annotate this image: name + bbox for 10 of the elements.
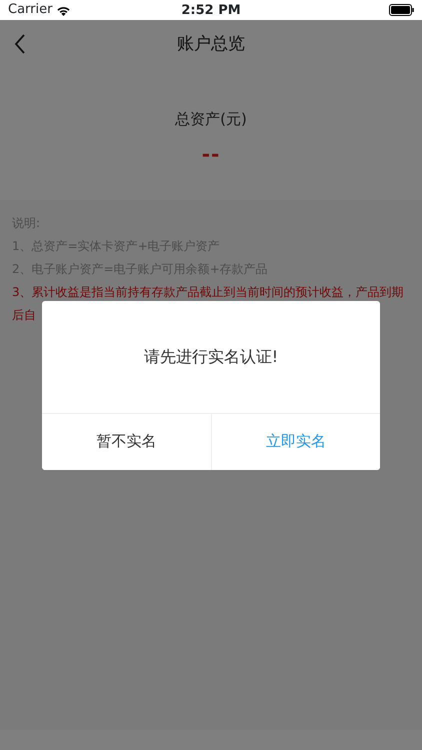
note-text: 3、累计收益是指当前持有存款产品截止到当前时间的预计收益，产品到期后自 xyxy=(12,284,405,324)
total-assets-label: 总资产(元) xyxy=(175,109,247,130)
status-time: 2:52 PM xyxy=(181,2,241,20)
dialog-message: 请先进行实名认证! xyxy=(142,346,280,368)
page-title: 账户总览 xyxy=(177,33,245,56)
back-button[interactable] xyxy=(14,34,26,54)
battery-icon xyxy=(389,4,414,16)
total-assets-value: -- xyxy=(202,140,220,168)
carrier-name: Carrier xyxy=(8,1,52,20)
wifi-icon xyxy=(56,4,72,16)
